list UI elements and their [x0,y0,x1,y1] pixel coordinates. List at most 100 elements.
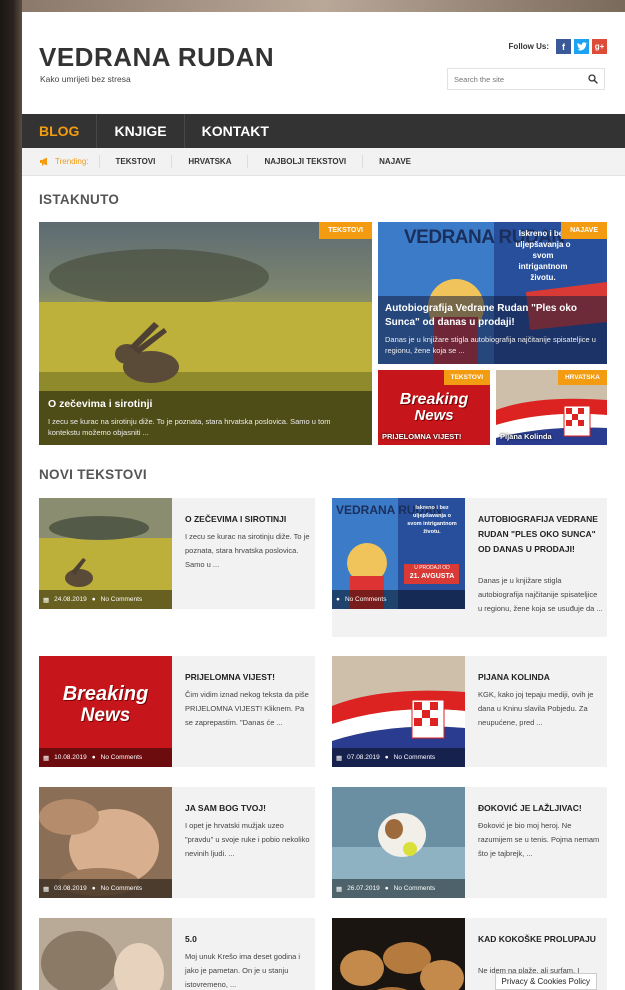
google-plus-icon[interactable]: g+ [592,39,607,54]
breaking-line2: News [414,407,454,424]
book-thumb-date: 21. AVGUSTA [409,573,455,580]
lion-thumbnail [39,918,172,990]
book-thumb-blurb: Iskreno i bez uljepšavanja o svom intrig… [407,505,457,535]
search-box [447,68,605,90]
featured-book-title[interactable]: Autobiografija Vedrane Rudan "Ples oko S… [385,302,600,330]
post-comments[interactable]: No Comments [394,885,436,892]
post-thumbnail[interactable]: ▦ 03.08.2019 ● No Comments [39,787,172,898]
post-excerpt: Moj unuk Krešo ima deset godina i jako j… [185,952,301,989]
book-thumb-release: U PRODAJI OD [414,565,450,571]
trending-bar: Trending: TEKSTOVI HRVATSKA NAJBOLJI TEK… [22,148,625,176]
post-card[interactable]: ▦ 24.08.2019 ● No Comments O ZEČEVIMA I SI… [39,498,315,609]
post-comments[interactable]: No Comments [345,596,387,603]
post-card[interactable]: ▦ 26.07.2019 ● No Comments ĐOKOVIĆ JE LAŽL… [332,787,607,898]
section-title-new: NOVI TEKSTOVI [39,467,147,482]
featured-main-badge[interactable]: TEKSTOVI [319,222,372,239]
trending-label-group: Trending: [22,157,99,166]
post-card[interactable]: VEDRANA RUDAN Iskreno i bez uljepšavanja… [332,498,607,637]
featured-kolinda-title[interactable]: Pijana Kolinda [500,432,552,441]
post-title[interactable]: JA SAM BOG TVOJ! [185,801,310,816]
trending-item-tekstovi[interactable]: TEKSTOVI [98,155,172,168]
post-title[interactable]: O ZEČEVIMA I SIROTINJI [185,512,310,527]
featured-kolinda-badge[interactable]: HRVATSKA [557,370,607,385]
post-excerpt: I zecu se kurac na sirotinju diže. To je… [185,532,310,569]
featured-book-overlay: Autobiografija Vedrane Rudan "Ples oko S… [378,296,607,364]
post-comments[interactable]: No Comments [394,754,436,761]
trending-item-najbolji[interactable]: NAJBOLJI TEKSTOVI [247,155,362,168]
calendar-icon: ▦ [43,596,50,604]
nav-item-knjige[interactable]: KNJIGE [97,114,185,148]
comment-icon: ● [91,754,96,761]
trending-label: Trending: [55,157,89,166]
featured-main[interactable]: TEKSTOVI O zečevima i sirotinji I zecu s… [39,222,372,445]
post-excerpt: Čim vidim iznad nekog teksta da piše PRI… [185,690,309,727]
featured-breaking[interactable]: Breaking News TEKSTOVI PRIJELOMNA VIJEST… [378,370,490,445]
facebook-icon[interactable]: f [556,39,571,54]
post-comments[interactable]: No Comments [101,596,143,603]
featured-book[interactable]: VEDRANA RUDAN Iskreno i bez uljepšavanja… [378,222,607,364]
comment-icon: ● [91,596,96,603]
post-meta: ▦ 26.07.2019 ● No Comments [332,879,465,898]
privacy-cookies-button[interactable]: Privacy & Cookies Policy [494,973,597,990]
post-meta: ▦ 10.08.2019 ● No Comments [39,748,172,767]
calendar-icon: ▦ [43,754,50,762]
breaking-thumb-line2: News [80,705,131,726]
featured-kolinda[interactable]: HRVATSKA Pijana Kolinda [496,370,607,445]
megaphone-icon [40,157,47,166]
calendar-icon: ▦ [43,885,50,893]
post-title[interactable]: KAD KOKOŠKE PROLUPAJU [478,932,603,947]
post-thumbnail[interactable]: VEDRANA RUDAN Iskreno i bez uljepšavanja… [332,498,465,609]
background-left [0,0,22,990]
featured-breaking-title[interactable]: PRIJELOMNA VIJEST! [382,432,461,441]
post-comments[interactable]: No Comments [101,885,143,892]
post-thumbnail[interactable]: Breaking News ▦ 10.08.2019 ● No Comments [39,656,172,767]
post-card[interactable]: ▦ 03.08.2019 ● No Comments JA SAM BOG TVOJ… [39,787,315,898]
post-card[interactable]: ▦ 07.08.2019 ● No Comments PIJANA KOLINDA … [332,656,607,767]
featured-book-badge[interactable]: NAJAVE [561,222,607,239]
featured-book-excerpt: Danas je u knjižare stigla autobiografij… [385,335,596,355]
post-thumbnail[interactable]: ▦ 07.08.2019 ● No Comments [332,656,465,767]
post-title[interactable]: PRIJELOMNA VIJEST! [185,670,310,685]
post-date: 10.08.2019 [54,754,87,761]
post-thumbnail[interactable] [332,918,465,990]
post-excerpt: I opet je hrvatski mužjak uzeo "pravdu" … [185,821,310,858]
section-title-featured: ISTAKNUTO [39,192,120,207]
post-title[interactable]: 5.0 [185,932,310,947]
post-comments[interactable]: No Comments [101,754,143,761]
post-excerpt: Danas je u knjižare stigla autobiografij… [478,576,603,613]
trending-item-najave[interactable]: NAJAVE [362,155,427,168]
comment-icon: ● [384,754,389,761]
follow-label: Follow Us: [508,42,549,51]
featured-main-excerpt: I zecu se kurac na sirotinju diže. To je… [48,417,331,437]
post-meta: ▦ 07.08.2019 ● No Comments [332,748,465,767]
browser-edge [22,0,625,12]
calendar-icon: ▦ [336,754,343,762]
post-card[interactable]: Breaking News ▦ 10.08.2019 ● No Comments P… [39,656,315,767]
calendar-icon: ▦ [336,885,343,893]
main-nav: BLOG KNJIGE KONTAKT [22,114,625,148]
post-date: 07.08.2019 [347,754,380,761]
post-date: 03.08.2019 [54,885,87,892]
page: VEDRANA RUDAN Kako umrijeti bez stresa F… [22,12,625,990]
post-title[interactable]: PIJANA KOLINDA [478,670,603,685]
featured-breaking-badge[interactable]: TEKSTOVI [443,370,490,385]
post-thumbnail[interactable] [39,918,172,990]
post-thumbnail[interactable]: ▦ 24.08.2019 ● No Comments [39,498,172,609]
featured-main-title[interactable]: O zečevima i sirotinji [48,397,363,411]
comment-icon: ● [336,596,340,603]
comment-icon: ● [91,885,96,892]
post-date: 26.07.2019 [347,885,380,892]
search-input[interactable] [448,69,574,90]
post-title[interactable]: AUTOBIOGRAFIJA VEDRANE RUDAN "PLES OKO S… [478,512,603,557]
post-thumbnail[interactable]: ▦ 26.07.2019 ● No Comments [332,787,465,898]
search-icon[interactable] [588,74,598,84]
site-title[interactable]: VEDRANA RUDAN [39,42,274,73]
nav-item-blog[interactable]: BLOG [22,114,98,148]
trending-item-hrvatska[interactable]: HRVATSKA [171,155,247,168]
post-date: 24.08.2019 [54,596,87,603]
comment-icon: ● [384,885,389,892]
nav-item-kontakt[interactable]: KONTAKT [185,114,286,148]
post-title[interactable]: ĐOKOVIĆ JE LAŽLJIVAC! [478,801,603,816]
twitter-icon[interactable] [574,39,589,54]
post-card[interactable]: 5.0 Moj unuk Krešo ima deset godina i ja… [39,918,315,990]
